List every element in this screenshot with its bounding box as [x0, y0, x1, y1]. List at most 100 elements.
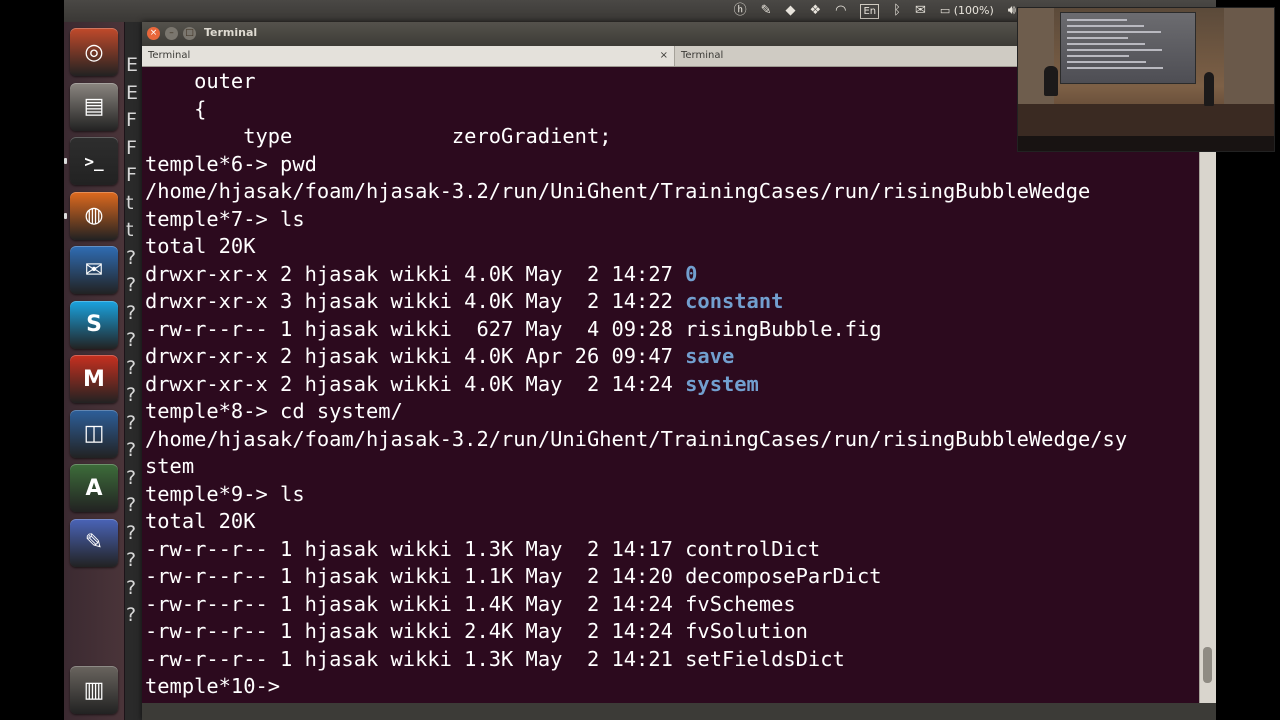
background-text-fragment: ?	[126, 411, 137, 434]
background-text-fragment: ?	[126, 274, 137, 296]
presenter-video	[1017, 7, 1275, 152]
background-text-fragment: ?	[126, 246, 137, 269]
close-tab-icon[interactable]: ×	[660, 46, 668, 66]
line-text: temple*9-> ls	[145, 481, 305, 506]
mail-icon[interactable]: ✉	[915, 0, 926, 22]
background-text-fragment: ?	[126, 604, 137, 626]
terminal-line: -rw-r--r-- 1 hjasak wikki 1.1K May 2 14:…	[145, 563, 1127, 591]
video-wall-right	[1224, 8, 1274, 108]
terminal-line: -rw-r--r-- 1 hjasak wikki 627 May 4 09:2…	[145, 316, 1127, 344]
file-manager-icon[interactable]: ▤	[70, 82, 118, 131]
background-text-fragment: F	[126, 109, 137, 131]
keyboard-layout-indicator[interactable]: En	[860, 3, 880, 19]
terminal-line: drwxr-xr-x 2 hjasak wikki 4.0K Apr 26 09…	[145, 343, 1127, 371]
hp-icon[interactable]: ⓗ	[734, 0, 747, 22]
tab-label: Terminal	[681, 50, 724, 61]
background-text-fragment: t	[126, 219, 134, 241]
terminal-line: -rw-r--r-- 1 hjasak wikki 1.3K May 2 14:…	[145, 646, 1127, 674]
line-text: temple*6-> pwd	[145, 151, 317, 176]
background-text-fragment: ?	[126, 329, 137, 351]
terminal-line: total 20K	[145, 233, 1127, 261]
scrollbar-thumb[interactable]	[1203, 647, 1212, 684]
line-text: total 20K	[145, 234, 256, 258]
matlab-icon[interactable]: M	[70, 355, 118, 403]
file-name: risingBubble.fig	[685, 316, 882, 341]
video-projection-screen	[1060, 12, 1196, 84]
tab-terminal-1[interactable]: Terminal ×	[142, 46, 675, 66]
battery-percent: (100%)	[953, 4, 994, 17]
background-window-text: E E F F Ft t??????????????	[126, 52, 140, 630]
file-name: decomposeParDict	[685, 564, 882, 588]
terminal-lines: outer { type zeroGradient; temple*6-> pwd…	[145, 68, 1127, 701]
ubuntu-dash-icon[interactable]: ◎	[70, 28, 118, 76]
running-indicator	[64, 212, 67, 219]
terminal-icon[interactable]: >_	[70, 137, 118, 185]
dropbox-icon[interactable]: ❖	[809, 0, 821, 22]
video-screen-text-line	[1067, 25, 1144, 27]
line-text: drwxr-xr-x 3 hjasak wikki 4.0K May 2 14:…	[145, 289, 686, 313]
directory-name: save	[685, 344, 735, 368]
background-text-fragment: ?	[126, 439, 137, 461]
video-screen-text-line	[1067, 67, 1163, 69]
terminal-line: stem	[145, 453, 1127, 481]
line-text: /home/hjasak/foam/hjasak-3.2/run/UniGhen…	[145, 426, 1128, 451]
directory-name: system	[685, 371, 759, 396]
directory-name: constant	[685, 289, 784, 313]
trash-icon[interactable]: ▥	[70, 666, 118, 714]
video-audience	[1018, 136, 1274, 151]
battery-indicator[interactable]: ▭ (100%)	[940, 0, 994, 22]
terminal-scrollbar[interactable]	[1199, 67, 1216, 703]
window-title: Terminal	[204, 26, 258, 39]
line-text: drwxr-xr-x 2 hjasak wikki 4.0K Apr 26 09…	[145, 344, 686, 368]
line-text: -rw-r--r-- 1 hjasak wikki 1.4K May 2 14:…	[145, 591, 686, 616]
terminal-line: temple*10->	[145, 673, 1127, 701]
terminal-line: /home/hjasak/foam/hjasak-3.2/run/UniGhen…	[145, 426, 1127, 454]
terminal-output[interactable]: outer { type zeroGradient; temple*6-> pwd…	[142, 67, 1200, 703]
background-text-fragment: ?	[126, 356, 137, 379]
terminal-line: temple*6-> pwd	[145, 151, 1127, 179]
terminal-line: temple*7-> ls	[145, 206, 1127, 234]
wifi-icon[interactable]: ◠	[835, 0, 846, 22]
background-text-fragment: ?	[126, 549, 137, 571]
line-text: temple*10->	[145, 674, 293, 698]
background-text-fragment: ?	[126, 521, 137, 544]
volume-icon[interactable]: 🔊︎	[1008, 0, 1016, 22]
terminal-line: -rw-r--r-- 1 hjasak wikki 2.4K May 2 14:…	[145, 618, 1127, 646]
video-person-standing	[1204, 72, 1214, 106]
terminal-line: -rw-r--r-- 1 hjasak wikki 1.3K May 2 14:…	[145, 536, 1127, 564]
thunderbird-icon[interactable]: ✉	[70, 246, 118, 294]
video-screen-text-line	[1067, 55, 1129, 57]
firefox-icon[interactable]: ◍	[70, 191, 118, 240]
line-text: temple*8-> cd system/	[145, 399, 403, 423]
background-text-fragment: ?	[126, 301, 137, 324]
background-text-fragment: E	[126, 81, 139, 104]
background-text-fragment: F	[126, 164, 137, 186]
close-window-button[interactable]: ×	[147, 27, 160, 40]
terminal-line: drwxr-xr-x 2 hjasak wikki 4.0K May 2 14:…	[145, 261, 1127, 289]
text-editor-icon[interactable]: ✎	[70, 518, 118, 567]
line-text: -rw-r--r-- 1 hjasak wikki 627 May 4 09:2…	[145, 316, 686, 341]
minimize-window-button[interactable]: –	[165, 27, 178, 40]
line-text: drwxr-xr-x 2 hjasak wikki 4.0K May 2 14:…	[145, 371, 686, 396]
video-screen-text-line	[1067, 49, 1162, 51]
terminal-line: total 20K	[145, 508, 1127, 536]
virtualbox-icon[interactable]: ◫	[70, 409, 118, 458]
terminal-line: type zeroGradient;	[145, 123, 1127, 151]
skype-icon[interactable]: S	[70, 300, 118, 349]
network-tools-icon[interactable]: ✎	[761, 0, 772, 22]
line-text: total 20K	[145, 509, 256, 533]
terminal-line: {	[145, 96, 1127, 124]
video-screen-text-line	[1067, 31, 1161, 33]
background-text-fragment: ?	[126, 384, 137, 406]
system-tray: ⓗ ✎ ◆ ❖ ◠ En ᛒ ✉ ▭ (100%) 🔊︎	[734, 0, 1016, 22]
background-text-fragment: t	[126, 191, 134, 214]
update-icon[interactable]: ◆	[785, 0, 795, 22]
software-updater-icon[interactable]: A	[70, 464, 118, 512]
background-text-fragment: ?	[126, 494, 137, 516]
line-text: -rw-r--r-- 1 hjasak wikki 2.4K May 2 14:…	[145, 619, 686, 643]
maximize-window-button[interactable]: □	[183, 27, 196, 40]
bluetooth-icon[interactable]: ᛒ	[893, 0, 901, 22]
battery-icon: ▭	[939, 4, 951, 17]
terminal-line: temple*8-> cd system/	[145, 398, 1127, 426]
background-text-fragment: ?	[126, 466, 137, 489]
